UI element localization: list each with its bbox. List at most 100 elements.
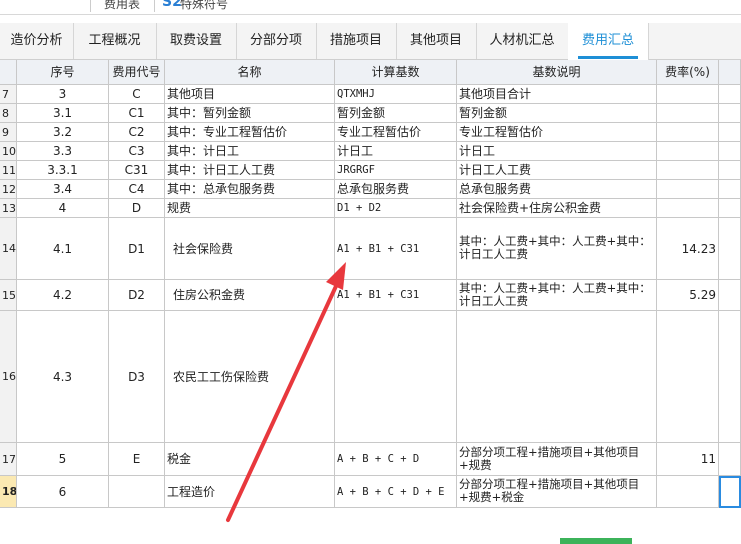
seq-cell[interactable]: 3.1: [17, 104, 109, 123]
selected-cell[interactable]: [719, 476, 741, 508]
row-number[interactable]: 10: [0, 142, 17, 161]
base-cell[interactable]: [335, 311, 457, 443]
row-number[interactable]: 14: [0, 218, 17, 280]
column-header[interactable]: 名称: [165, 60, 335, 85]
name-cell[interactable]: 社会保险费: [165, 218, 335, 280]
row-number[interactable]: 11: [0, 161, 17, 180]
green-action-button[interactable]: [560, 538, 632, 544]
rate-cell[interactable]: [657, 311, 719, 443]
code-cell[interactable]: E: [109, 443, 165, 476]
rate-cell[interactable]: 14.23: [657, 218, 719, 280]
rate-cell[interactable]: [657, 142, 719, 161]
desc-cell[interactable]: 社会保险费+住房公积金费: [457, 199, 657, 218]
seq-cell[interactable]: 3.3: [17, 142, 109, 161]
rate-cell[interactable]: 11: [657, 443, 719, 476]
name-cell[interactable]: 其中：总承包服务费: [165, 180, 335, 199]
rate-cell[interactable]: 5.29: [657, 280, 719, 311]
name-cell[interactable]: 其中：计日工: [165, 142, 335, 161]
special-symbol-button[interactable]: 特殊符号: [180, 0, 228, 12]
seq-cell[interactable]: 3.3.1: [17, 161, 109, 180]
extra-cell[interactable]: [719, 104, 741, 123]
seq-cell[interactable]: 4.1: [17, 218, 109, 280]
name-cell[interactable]: 工程造价: [165, 476, 335, 508]
name-cell[interactable]: 税金: [165, 443, 335, 476]
row-number[interactable]: 15: [0, 280, 17, 311]
code-cell[interactable]: C2: [109, 123, 165, 142]
tab-cost-analysis[interactable]: 造价分析: [0, 23, 74, 59]
desc-cell[interactable]: [457, 311, 657, 443]
row-number[interactable]: 9: [0, 123, 17, 142]
extra-cell[interactable]: [719, 199, 741, 218]
name-cell[interactable]: 其中：计日工人工费: [165, 161, 335, 180]
code-cell[interactable]: C: [109, 85, 165, 104]
desc-cell[interactable]: 计日工人工费: [457, 161, 657, 180]
column-header[interactable]: 费用代号: [109, 60, 165, 85]
row-number[interactable]: 13: [0, 199, 17, 218]
base-cell[interactable]: QTXMHJ: [335, 85, 457, 104]
seq-cell[interactable]: 4: [17, 199, 109, 218]
extra-cell[interactable]: [719, 123, 741, 142]
code-cell[interactable]: C1: [109, 104, 165, 123]
name-cell[interactable]: 住房公积金费: [165, 280, 335, 311]
code-cell[interactable]: [109, 476, 165, 508]
tab-project-overview[interactable]: 工程概况: [73, 23, 157, 59]
code-cell[interactable]: C4: [109, 180, 165, 199]
row-number[interactable]: 7: [0, 85, 17, 104]
name-cell[interactable]: 规费: [165, 199, 335, 218]
column-header[interactable]: 序号: [17, 60, 109, 85]
desc-cell[interactable]: 专业工程暂估价: [457, 123, 657, 142]
desc-cell[interactable]: 其中：人工费+其中：人工费+其中：计日工人工费: [457, 280, 657, 311]
desc-cell[interactable]: 其他项目合计: [457, 85, 657, 104]
seq-cell[interactable]: 3: [17, 85, 109, 104]
code-cell[interactable]: D3: [109, 311, 165, 443]
base-cell[interactable]: JRGRGF: [335, 161, 457, 180]
desc-cell[interactable]: 计日工: [457, 142, 657, 161]
seq-cell[interactable]: 3.2: [17, 123, 109, 142]
column-header[interactable]: 基数说明: [457, 60, 657, 85]
column-header[interactable]: 费率(%): [657, 60, 719, 85]
tab-labor-material-summary[interactable]: 人材机汇总: [476, 23, 569, 59]
rate-cell[interactable]: [657, 85, 719, 104]
base-cell[interactable]: 暂列金额: [335, 104, 457, 123]
row-number[interactable]: 8: [0, 104, 17, 123]
seq-cell[interactable]: 5: [17, 443, 109, 476]
seq-cell[interactable]: 4.3: [17, 311, 109, 443]
seq-cell[interactable]: 4.2: [17, 280, 109, 311]
desc-cell[interactable]: 其中：人工费+其中：人工费+其中：计日工人工费: [457, 218, 657, 280]
base-cell[interactable]: D1 + D2: [335, 199, 457, 218]
extra-cell[interactable]: [719, 443, 741, 476]
fee-table-button[interactable]: 费用表: [104, 0, 140, 12]
extra-cell[interactable]: [719, 161, 741, 180]
name-cell[interactable]: 其中：暂列金额: [165, 104, 335, 123]
seq-cell[interactable]: 6: [17, 476, 109, 508]
desc-cell[interactable]: 分部分项工程+措施项目+其他项目+规费: [457, 443, 657, 476]
code-cell[interactable]: D: [109, 199, 165, 218]
code-cell[interactable]: C3: [109, 142, 165, 161]
base-cell[interactable]: 计日工: [335, 142, 457, 161]
base-cell[interactable]: 专业工程暂估价: [335, 123, 457, 142]
rate-cell[interactable]: [657, 104, 719, 123]
extra-cell[interactable]: [719, 218, 741, 280]
row-number[interactable]: 17: [0, 443, 17, 476]
rate-cell[interactable]: [657, 123, 719, 142]
rate-cell[interactable]: [657, 476, 719, 508]
seq-cell[interactable]: 3.4: [17, 180, 109, 199]
code-cell[interactable]: D1: [109, 218, 165, 280]
extra-cell[interactable]: [719, 142, 741, 161]
name-cell[interactable]: 农民工工伤保险费: [165, 311, 335, 443]
row-number[interactable]: 18: [0, 476, 17, 508]
base-cell[interactable]: A1 + B1 + C31: [335, 218, 457, 280]
name-cell[interactable]: 其他项目: [165, 85, 335, 104]
extra-cell[interactable]: [719, 280, 741, 311]
row-number[interactable]: 16: [0, 311, 17, 443]
desc-cell[interactable]: 暂列金额: [457, 104, 657, 123]
tab-sub-items[interactable]: 分部分项: [236, 23, 317, 59]
extra-cell[interactable]: [719, 85, 741, 104]
extra-cell[interactable]: [719, 180, 741, 199]
rate-cell[interactable]: [657, 161, 719, 180]
tab-fee-summary[interactable]: 费用汇总: [568, 23, 649, 60]
base-cell[interactable]: A + B + C + D: [335, 443, 457, 476]
rate-cell[interactable]: [657, 199, 719, 218]
desc-cell[interactable]: 分部分项工程+措施项目+其他项目+规费+税金: [457, 476, 657, 508]
code-cell[interactable]: D2: [109, 280, 165, 311]
